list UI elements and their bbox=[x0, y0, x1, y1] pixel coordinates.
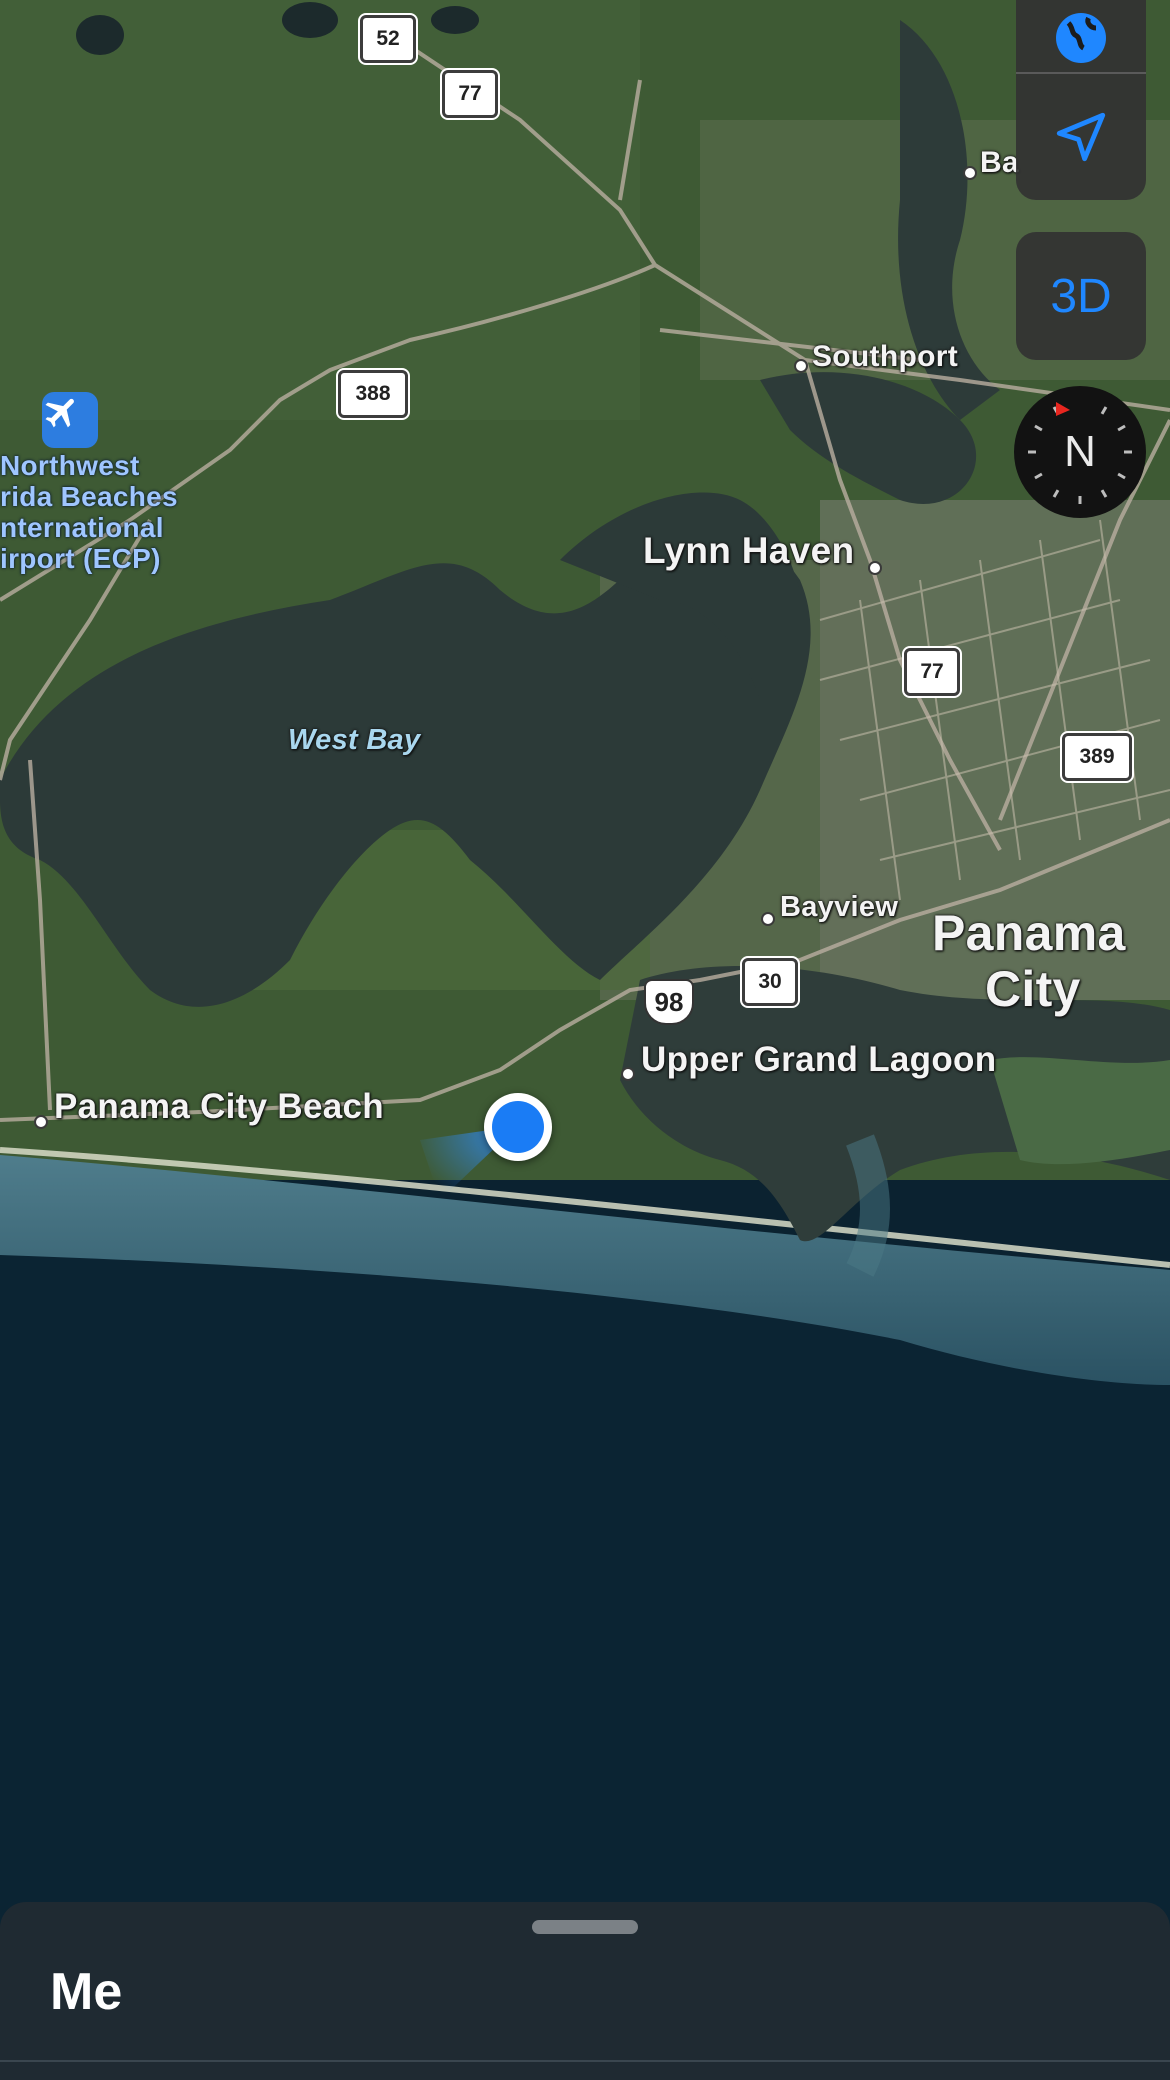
airplane-icon[interactable] bbox=[42, 392, 98, 448]
current-location-core bbox=[492, 1101, 544, 1153]
label-airport-3[interactable]: nternational bbox=[0, 512, 164, 543]
label-bay-partial[interactable]: Ba bbox=[980, 146, 1019, 180]
route-77-east-shield[interactable]: 77 bbox=[904, 648, 960, 696]
compass-n-label: N bbox=[1064, 427, 1096, 476]
us-98-shield[interactable]: 98 bbox=[644, 979, 694, 1025]
label-lynn-haven[interactable]: Lynn Haven bbox=[643, 530, 854, 572]
label-airport-1[interactable]: Northwest bbox=[0, 450, 140, 481]
label-bayview[interactable]: Bayview bbox=[780, 891, 898, 924]
route-388-shield[interactable]: 388 bbox=[338, 370, 408, 418]
sheet-title: Me bbox=[50, 1963, 123, 2021]
upper-grand-lagoon-dot bbox=[621, 1067, 635, 1081]
map-mode-button[interactable] bbox=[1016, 0, 1146, 72]
label-upper-grand-lagoon[interactable]: Upper Grand Lagoon bbox=[641, 1040, 996, 1080]
label-southport[interactable]: Southport bbox=[812, 340, 958, 374]
label-panama-city-1[interactable]: Panama bbox=[932, 904, 1126, 962]
route-30-shield[interactable]: 30 bbox=[742, 958, 798, 1006]
airplane-glyph bbox=[45, 398, 74, 428]
location-arrow-icon bbox=[1056, 112, 1106, 162]
locate-button[interactable] bbox=[1016, 72, 1146, 200]
globe-icon bbox=[1056, 13, 1106, 63]
route-52-shield[interactable]: 52 bbox=[360, 15, 416, 63]
label-airport-2[interactable]: rida Beaches bbox=[0, 481, 178, 512]
southport-dot bbox=[794, 359, 808, 373]
sheet-divider bbox=[0, 2060, 1170, 2062]
bayview-dot bbox=[761, 912, 775, 926]
lynn-haven-dot bbox=[868, 561, 882, 575]
label-panama-city-beach[interactable]: Panama City Beach bbox=[54, 1087, 384, 1127]
label-airport-4[interactable]: irport (ECP) bbox=[0, 543, 161, 574]
view-3d-button[interactable]: 3D bbox=[1016, 232, 1146, 360]
compass[interactable]: N bbox=[1014, 386, 1146, 518]
label-west-bay[interactable]: West Bay bbox=[288, 724, 420, 757]
panama-city-beach-dot bbox=[34, 1115, 48, 1129]
current-location-dot[interactable] bbox=[484, 1093, 552, 1161]
label-panama-city-2[interactable]: City bbox=[985, 960, 1081, 1018]
map-controls bbox=[1016, 0, 1146, 200]
route-77-north-shield[interactable]: 77 bbox=[442, 70, 498, 118]
sheet-grabber[interactable] bbox=[532, 1920, 638, 1934]
bay-dot bbox=[963, 166, 977, 180]
map-view[interactable]: Southport Ba Lynn Haven West Bay Bayview… bbox=[0, 0, 1170, 2080]
bottom-sheet[interactable]: Me bbox=[0, 1902, 1170, 2080]
route-389-shield[interactable]: 389 bbox=[1062, 733, 1132, 781]
